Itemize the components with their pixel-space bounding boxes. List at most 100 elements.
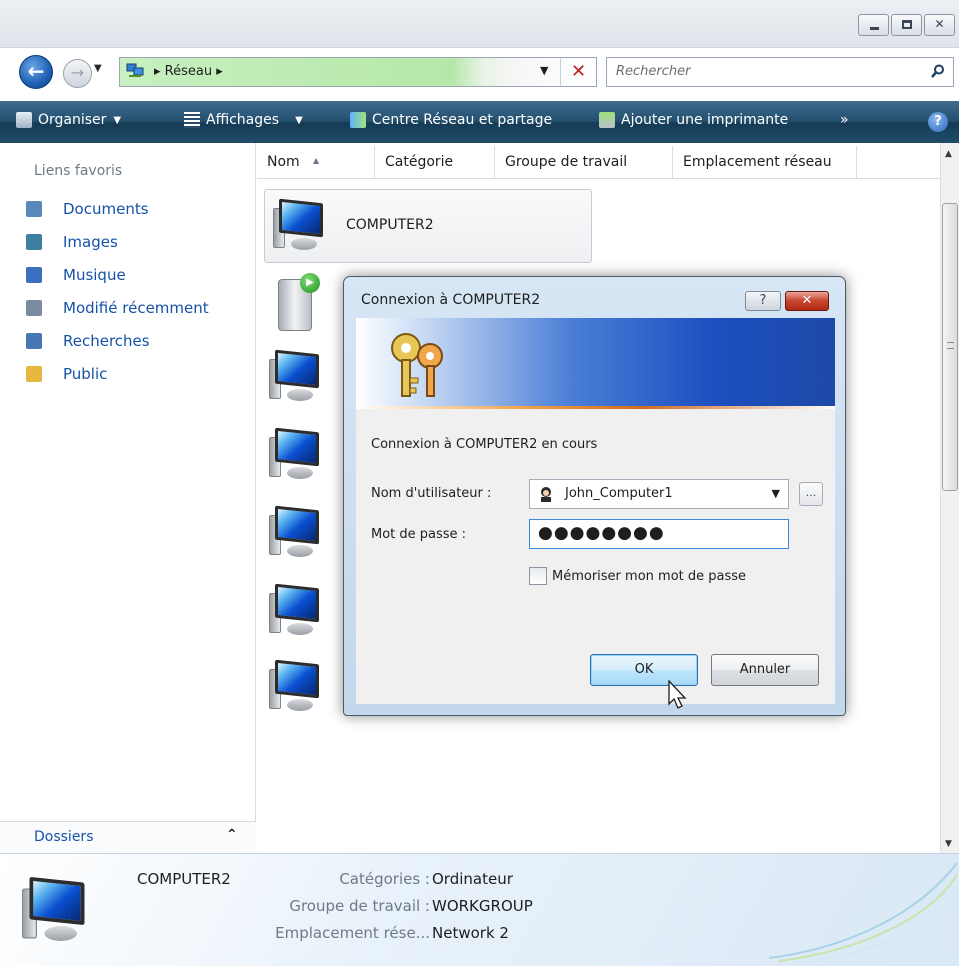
searches-icon [26,333,42,349]
favorite-links-heading: Liens favoris [34,163,123,179]
nav-item-label: Documents [63,200,149,218]
stop-button[interactable]: ✕ [560,58,596,86]
computer-screen [275,505,319,545]
cancel-button[interactable]: Annuler [711,654,819,686]
column-label: Nom [267,154,300,170]
column-label: Groupe de travail [505,154,628,170]
add-printer-button[interactable]: Ajouter une imprimante [599,112,788,128]
help-icon: ? [759,293,767,308]
breadcrumb-reseau[interactable]: Réseau [165,64,212,79]
command-bar: Organiser ▼ Affichages ▼ Centre Réseau et … [0,101,959,143]
forward-button[interactable]: → [63,59,92,88]
computer-icon [22,876,95,949]
username-value: John_Computer1 [565,486,673,501]
chevron-down-icon[interactable]: ▼ [772,487,780,500]
column-category[interactable]: Catégorie [375,146,495,179]
images-icon [26,234,42,250]
search-input[interactable]: Rechercher [616,64,691,79]
computer-icon[interactable] [269,583,327,641]
details-label: Groupe de travail : [289,897,430,915]
address-dropdown-button[interactable]: ▼ [540,64,548,77]
password-label: Mot de passe : [371,527,467,542]
details-value: WORKGROUP [432,897,533,915]
network-center-button[interactable]: Centre Réseau et partage [350,112,552,128]
column-label: Catégorie [385,154,454,170]
minimize-button[interactable] [858,14,889,36]
column-headers: ▲ Nom Catégorie Groupe de travail Emplac… [257,146,940,179]
details-title: COMPUTER2 [137,870,231,888]
chevron-up-icon[interactable]: ⌃ [226,827,238,843]
nav-item-documents[interactable]: Documents [26,197,149,221]
more-label: » [840,112,849,128]
printer-icon [599,112,615,128]
remember-password-checkbox[interactable] [529,567,547,585]
list-item-computer2[interactable]: COMPUTER2 [264,189,592,263]
dialog-body: Connexion à COMPUTER2 en cours Nom d'uti… [356,409,835,704]
nav-item-searches[interactable]: Recherches [26,329,150,353]
computer-screen [29,876,85,926]
more-commands-button[interactable]: » [840,112,849,128]
computer-icon[interactable] [269,659,327,717]
views-button[interactable]: Affichages ▼ [184,112,303,128]
dialog-title: Connexion à COMPUTER2 [361,292,541,308]
recent-pages-dropdown[interactable]: ▼ [94,63,102,74]
keys-icon [391,333,443,397]
network-icon [126,63,144,77]
column-name[interactable]: ▲ Nom [257,146,375,179]
back-button[interactable]: ← [19,55,53,89]
computer-icon[interactable] [269,349,327,407]
remember-password-option[interactable]: Mémoriser mon mot de passe [529,567,746,585]
folders-label: Dossiers [34,829,94,845]
computer-stand [291,238,317,250]
documents-icon [26,201,42,217]
computer-stand [287,545,313,557]
maximize-icon [902,20,912,29]
media-server-icon[interactable]: ▶ [274,273,326,335]
organize-button[interactable]: Organiser ▼ [16,112,121,128]
sort-ascending-icon: ▲ [313,156,320,165]
computer-stand [287,699,313,711]
play-icon: ▶ [300,273,320,293]
forward-arrow-icon: → [70,63,85,82]
computer-icon [273,198,331,256]
nav-item-images[interactable]: Images [26,230,118,254]
column-network-location[interactable]: Emplacement réseau [673,146,857,179]
dialog-close-button[interactable]: ✕ [785,291,829,311]
computer-icon[interactable] [269,505,327,563]
column-workgroup[interactable]: Groupe de travail [495,146,673,179]
minimize-icon [870,27,879,30]
password-field[interactable]: ●●●●●●●● [529,519,789,549]
close-button[interactable]: ✕ [924,14,955,36]
back-arrow-icon: ← [27,59,45,83]
scroll-thumb[interactable] [942,203,958,491]
window-title-bar: ✕ [0,0,959,48]
help-icon[interactable]: ? [928,112,948,132]
scroll-up-icon[interactable]: ▲ [945,149,952,159]
connect-dialog: Connexion à COMPUTER2 ? ✕ Connexion à CO… [343,276,846,716]
nav-item-recent[interactable]: Modifié récemment [26,296,209,320]
scroll-down-icon[interactable]: ▼ [945,839,952,849]
dialog-help-button[interactable]: ? [745,291,781,311]
details-label: Catégories : [339,870,430,888]
computer-screen [275,583,319,623]
views-icon [184,112,200,128]
remember-password-label: Mémoriser mon mot de passe [552,568,747,584]
nav-item-label: Public [63,365,108,383]
browse-users-button[interactable]: ... [799,482,823,506]
nav-item-public[interactable]: Public [26,362,107,386]
recent-icon [26,300,42,316]
vertical-scrollbar[interactable]: ▲ ▼ [940,143,959,853]
views-label: Affichages [206,112,280,128]
breadcrumb[interactable]: ▸ Réseau ▸ [154,64,223,79]
nav-item-music[interactable]: Musique [26,263,126,287]
maximize-button[interactable] [891,14,922,36]
computer-stand [287,389,313,401]
address-bar[interactable]: ▸ Réseau ▸ ▼ ✕ [119,57,597,87]
user-icon [541,487,551,502]
search-box[interactable]: Rechercher [606,57,954,87]
search-icon[interactable] [931,64,945,78]
username-combobox[interactable]: John_Computer1 ▼ [529,479,789,509]
organize-icon [16,112,32,128]
folders-bar[interactable]: Dossiers ⌃ [0,821,256,853]
computer-icon[interactable] [269,427,327,485]
